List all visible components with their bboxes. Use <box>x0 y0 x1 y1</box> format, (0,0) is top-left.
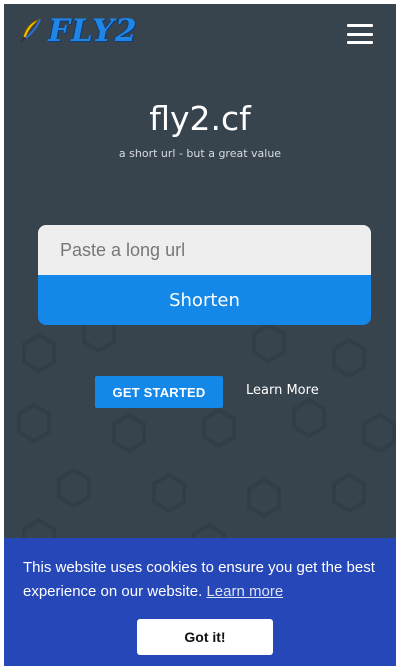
learn-more-link[interactable]: Learn More <box>246 383 319 398</box>
cookie-banner: This website uses cookies to ensure you … <box>4 538 396 666</box>
hexagon-pattern-background <box>17 312 396 564</box>
page: FLY2 fly2.cf a short url - but a great v… <box>4 4 396 666</box>
logo-text: FLY2 <box>48 13 138 49</box>
tagline: a short url - but a great value <box>118 147 282 160</box>
cookie-learn-more-link[interactable]: Learn more <box>206 583 283 600</box>
quill-pen-icon <box>20 18 41 44</box>
long-url-input[interactable] <box>38 225 371 275</box>
logo[interactable]: FLY2 <box>18 13 138 49</box>
shorten-button[interactable]: Shorten <box>38 275 371 325</box>
get-started-button[interactable]: GET STARTED <box>95 376 223 408</box>
site-title: fly2.cf <box>149 99 251 138</box>
got-it-button[interactable]: Got it! <box>137 619 273 655</box>
shorten-url-form: Shorten <box>38 225 371 325</box>
cookie-message-container: This website uses cookies to ensure you … <box>23 556 383 604</box>
hamburger-menu-icon[interactable] <box>347 24 373 44</box>
cookie-message: This website uses cookies to ensure you … <box>23 559 375 600</box>
header: FLY2 <box>4 4 396 68</box>
